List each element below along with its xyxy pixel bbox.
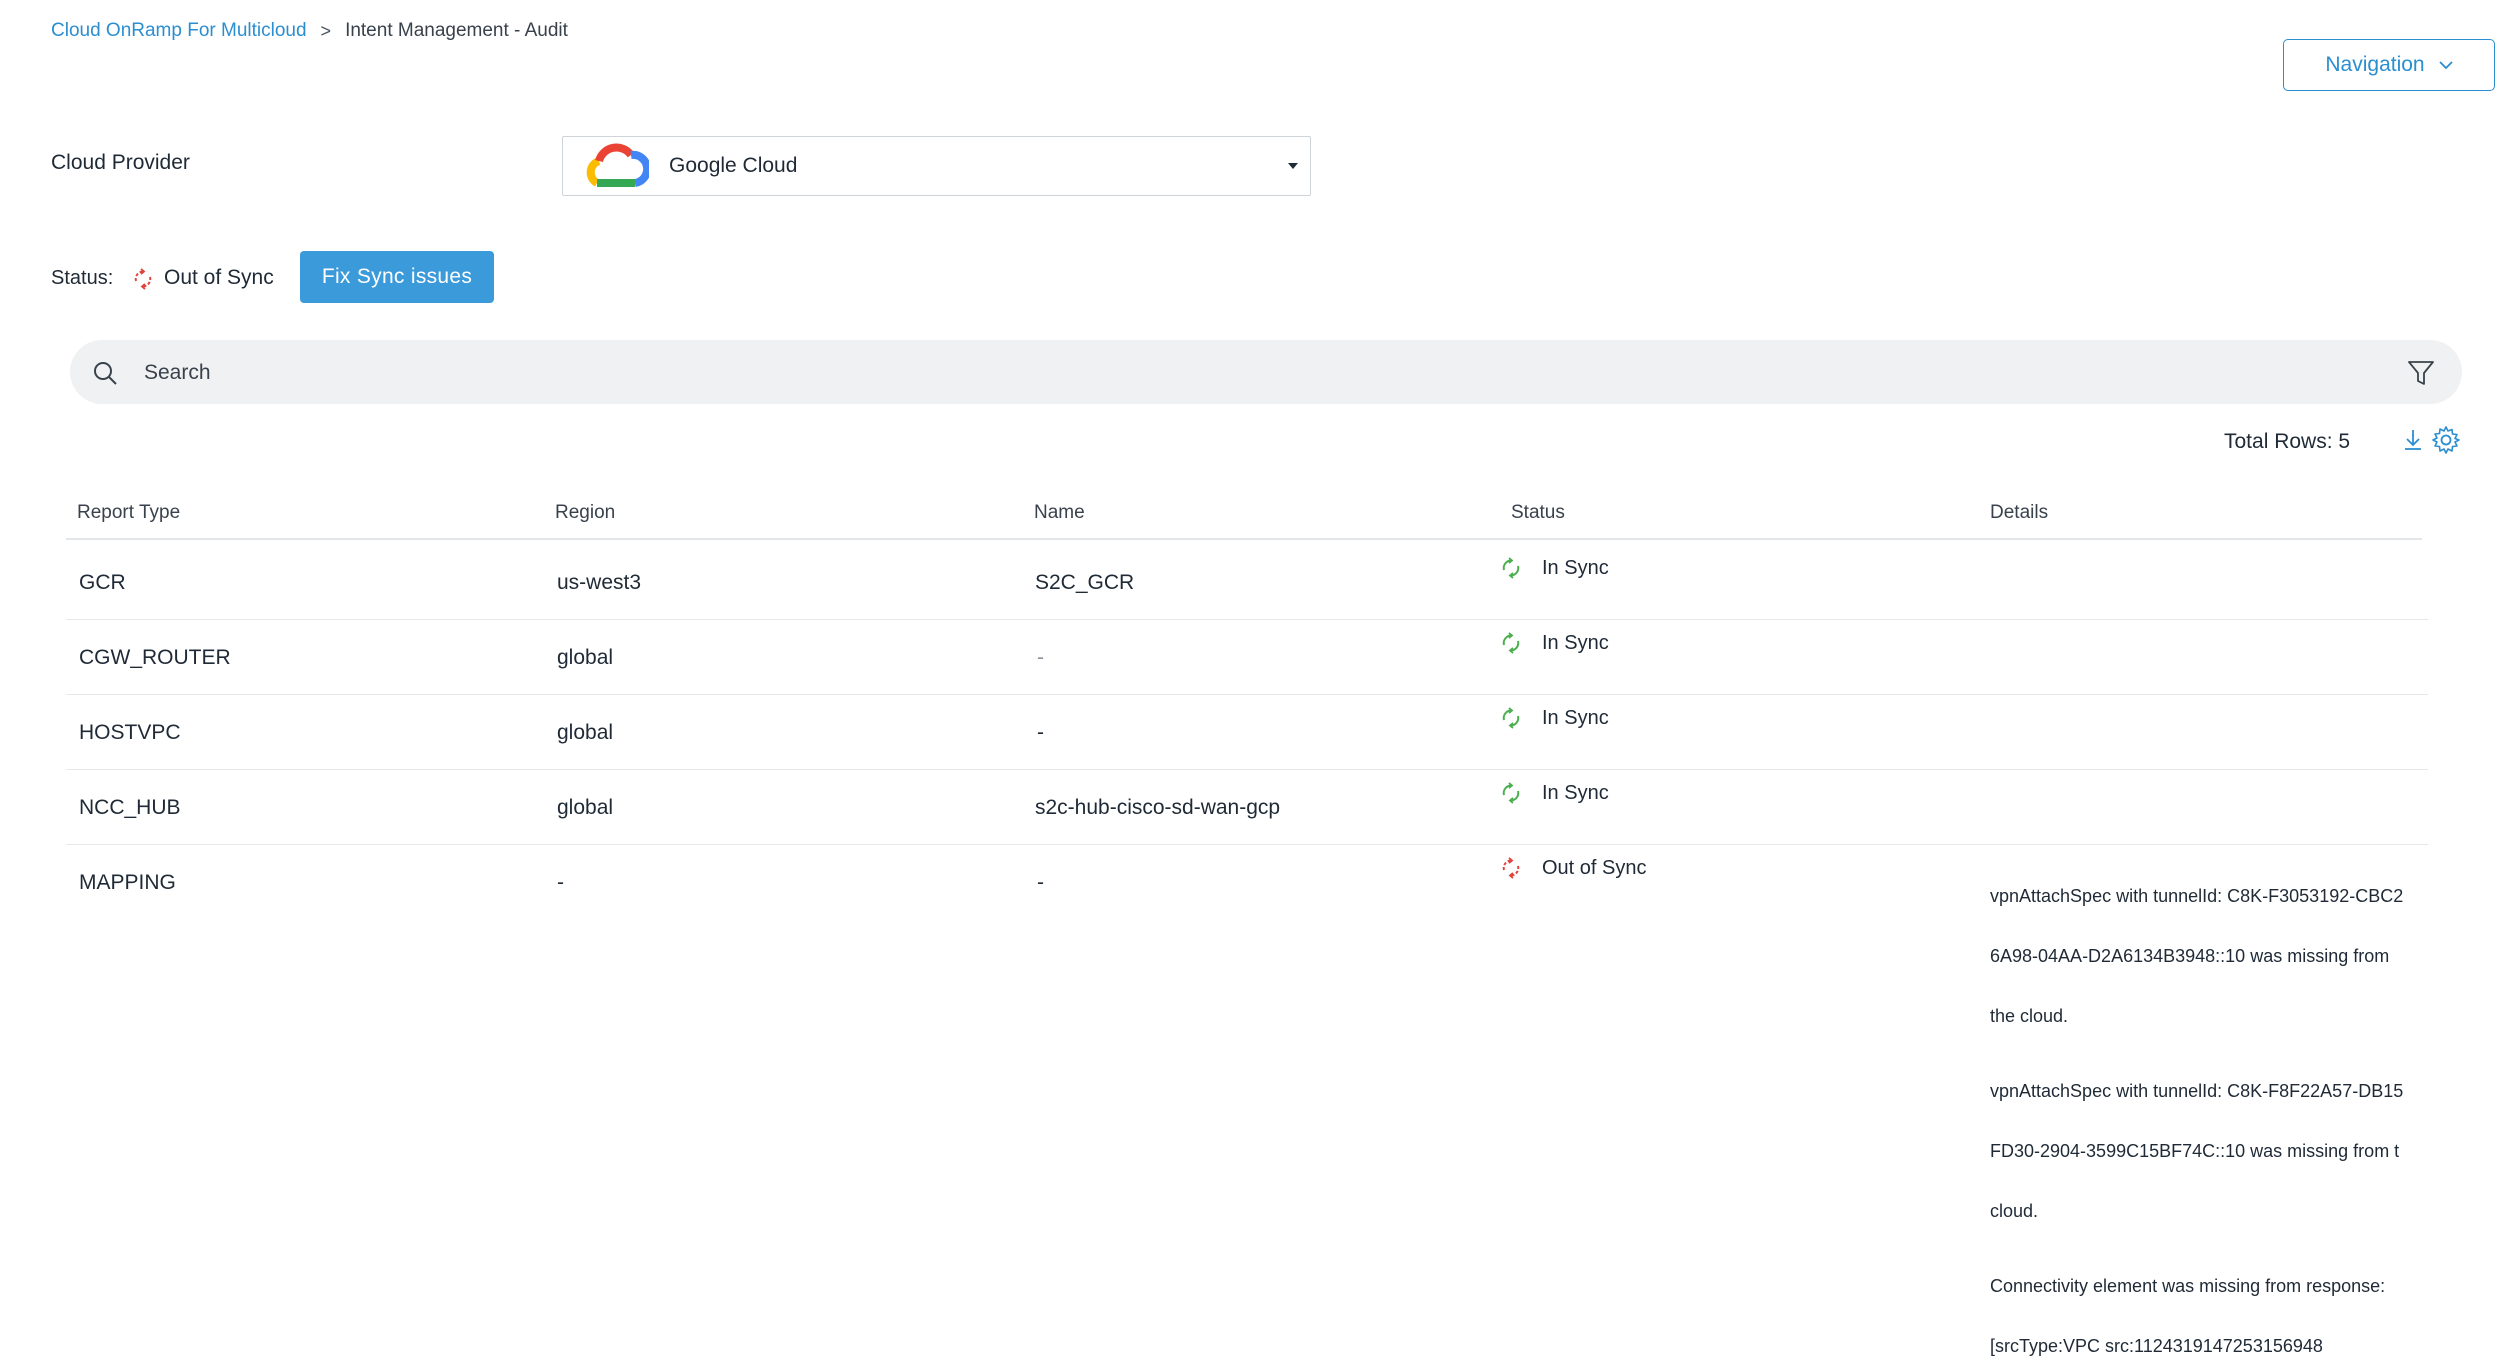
details-line: vpnAttachSpec with tunnelId: C8K-F8F22A5… <box>1990 1081 2404 1101</box>
search-input[interactable] <box>142 352 2366 394</box>
table-row-report-type: NCC_HUB <box>79 796 181 819</box>
table-row-status: In Sync <box>1542 707 1609 729</box>
table-row-status: In Sync <box>1542 632 1609 654</box>
column-header-details[interactable]: Details <box>1990 502 2048 524</box>
table-row-name: - <box>1037 721 1044 744</box>
row-divider <box>66 769 2428 770</box>
details-line: [srcType:VPC src:1124319147253156948 <box>1990 1336 2323 1356</box>
table-row-region: - <box>557 871 564 894</box>
search-icon <box>94 362 117 385</box>
out-of-sync-icon <box>134 268 152 290</box>
fix-sync-issues-button[interactable]: Fix Sync issues <box>300 251 494 303</box>
row-divider <box>66 694 2428 695</box>
table-row-name: s2c-hub-cisco-sd-wan-gcp <box>1035 796 1281 819</box>
breadcrumb-current: Intent Management - Audit <box>345 20 568 41</box>
details-line: vpnAttachSpec with tunnelId: C8K-F305319… <box>1990 886 2404 906</box>
breadcrumb-separator: > <box>320 20 332 41</box>
in-sync-icon <box>1502 707 1520 729</box>
table-row-region: global <box>557 646 614 669</box>
table-row-report-type: MAPPING <box>79 871 176 894</box>
breadcrumb-link-cloud-onramp[interactable]: Cloud OnRamp For Multicloud <box>51 20 307 42</box>
navigation-button[interactable]: Navigation <box>2283 39 2495 91</box>
column-header-region[interactable]: Region <box>555 502 615 524</box>
cloud-provider-value: Google Cloud <box>669 154 798 177</box>
breadcrumb: Cloud OnRamp For Multicloud > Intent Man… <box>51 20 568 42</box>
details-line: the cloud. <box>1990 1006 2069 1026</box>
details-line: FD30-2904-3599C15BF74C::10 was missing f… <box>1990 1141 2400 1161</box>
status-value: Out of Sync <box>164 266 274 289</box>
chevron-down-icon <box>2438 60 2453 69</box>
navigation-button-label: Navigation <box>2325 53 2425 76</box>
details-line: Connectivity element was missing from re… <box>1990 1276 2386 1296</box>
table-row-status: In Sync <box>1542 782 1609 804</box>
table-row-report-type: CGW_ROUTER <box>79 646 231 669</box>
table-header-divider <box>66 538 2422 540</box>
column-header-name[interactable]: Name <box>1034 502 1085 524</box>
table-row-name: S2C_GCR <box>1035 571 1135 594</box>
cloud-provider-label: Cloud Provider <box>51 151 190 174</box>
column-header-status[interactable]: Status <box>1511 502 1565 524</box>
row-divider <box>66 619 2428 620</box>
download-icon[interactable] <box>2402 428 2424 452</box>
column-header-report-type[interactable]: Report Type <box>77 502 180 524</box>
table-row-status: Out of Sync <box>1542 857 1647 879</box>
total-rows: Total Rows: 5 <box>2224 430 2351 453</box>
row-divider <box>66 844 2428 845</box>
details-line: cloud. <box>1990 1201 2039 1221</box>
cloud-provider-select[interactable]: Google Cloud <box>562 136 1311 196</box>
out-of-sync-icon <box>1502 857 1520 879</box>
table-row-name: - <box>1037 871 1044 894</box>
caret-down-icon <box>1288 163 1298 169</box>
table-row-report-type: GCR <box>79 571 126 594</box>
details-line: 6A98-04AA-D2A6134B3948::10 was missing f… <box>1990 946 2390 966</box>
table-row-region: global <box>557 721 614 744</box>
table-row-name: - <box>1037 646 1044 669</box>
table-row-report-type: HOSTVPC <box>79 721 181 744</box>
table-row-region: global <box>557 796 614 819</box>
in-sync-icon <box>1502 782 1520 804</box>
in-sync-icon <box>1502 632 1520 654</box>
table-row-status: In Sync <box>1542 557 1609 579</box>
search-bar <box>70 340 2462 404</box>
filter-icon[interactable] <box>2406 358 2436 388</box>
gear-icon[interactable] <box>2431 425 2461 455</box>
google-cloud-logo-icon <box>586 143 649 187</box>
in-sync-icon <box>1502 557 1520 579</box>
table-row-region: us-west3 <box>557 571 642 594</box>
status-label: Status: <box>51 267 114 289</box>
